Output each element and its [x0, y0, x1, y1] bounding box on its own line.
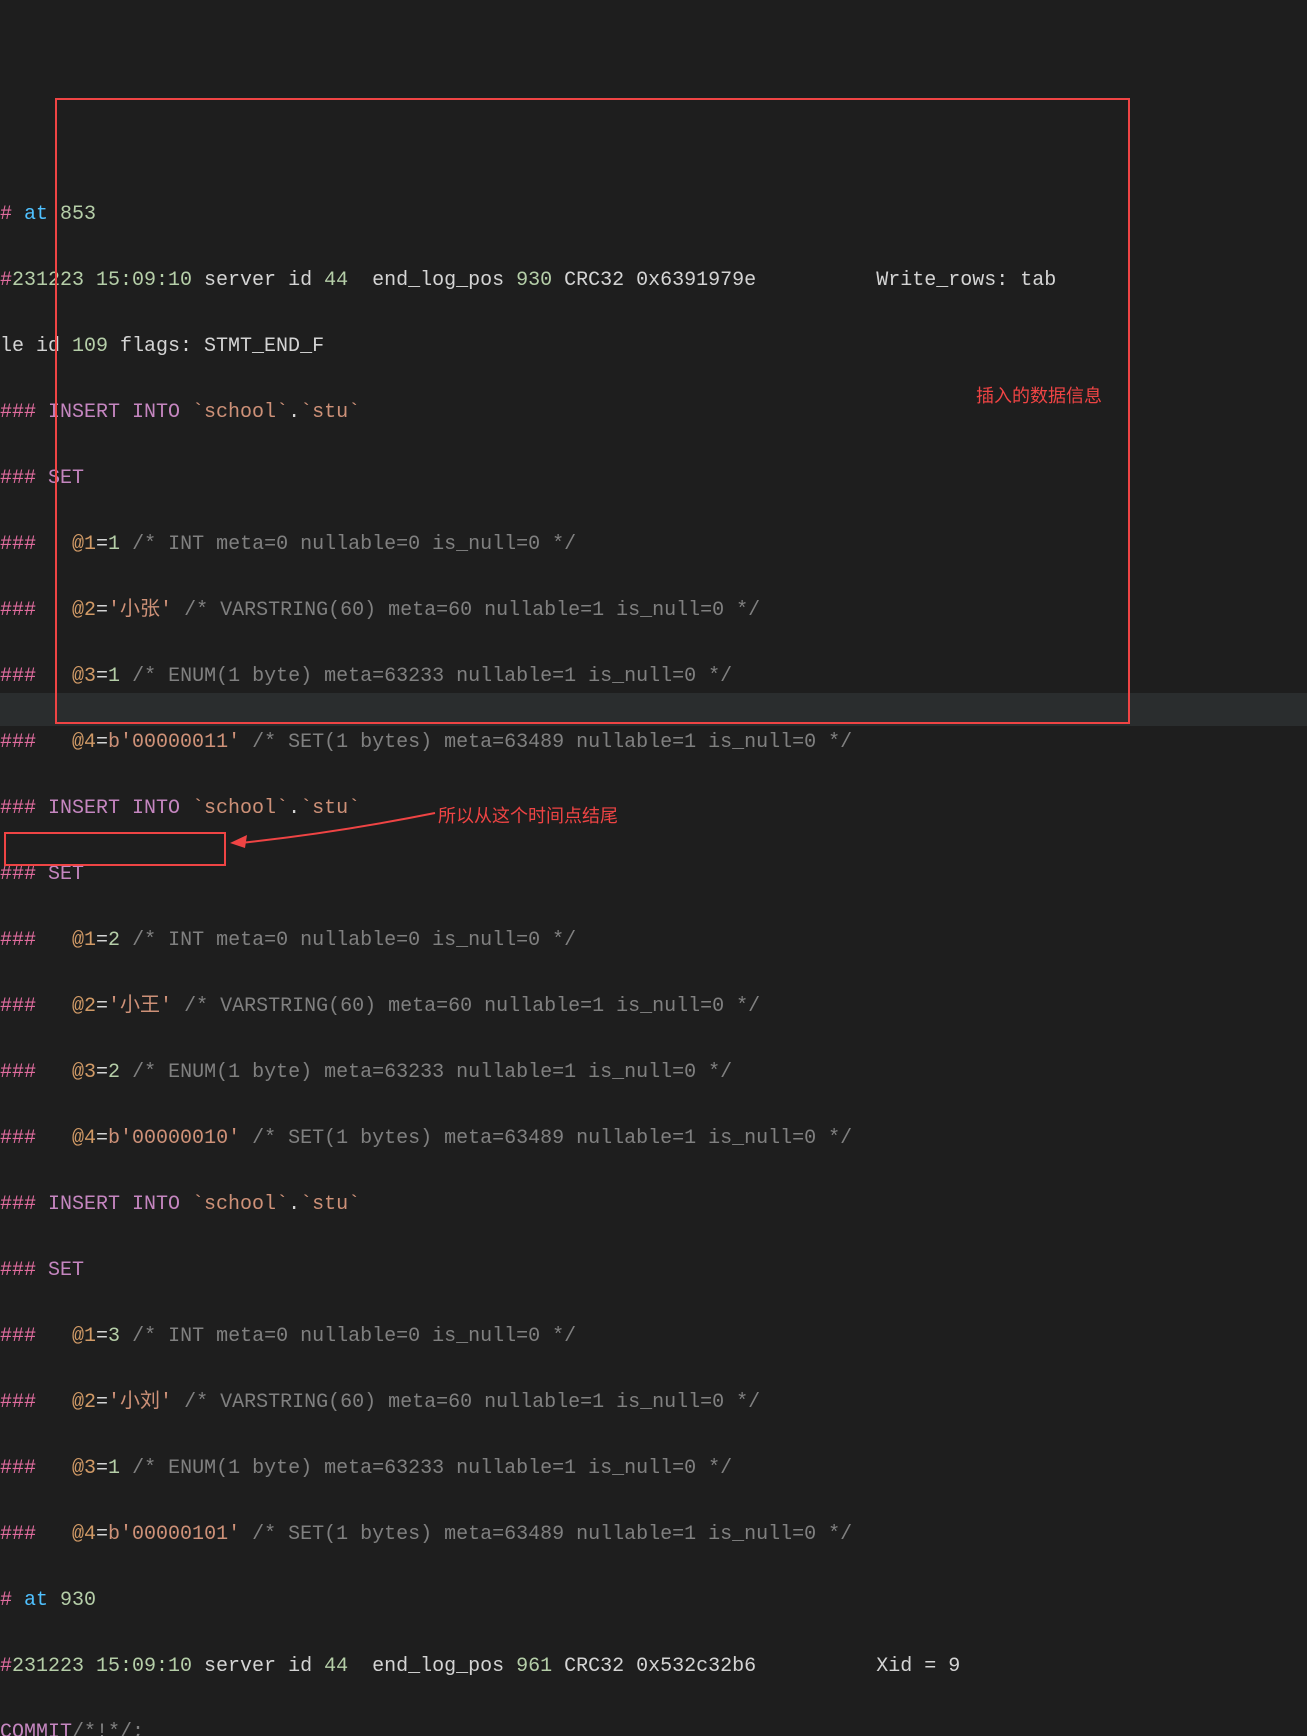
code-line: ### @2='小刘' /* VARSTRING(60) meta=60 nul… [0, 1386, 1307, 1419]
code-line: #231223 15:09:10 server id 44 end_log_po… [0, 1650, 1307, 1683]
code-line: ### @2='小王' /* VARSTRING(60) meta=60 nul… [0, 990, 1307, 1023]
code-line: ### SET [0, 1254, 1307, 1287]
code-line: ### @3=1 /* ENUM(1 byte) meta=63233 null… [0, 660, 1307, 693]
code-line: ### @3=1 /* ENUM(1 byte) meta=63233 null… [0, 1452, 1307, 1485]
code-line: ### @1=2 /* INT meta=0 nullable=0 is_nul… [0, 924, 1307, 957]
annotation-time-label: 所以从这个时间点结尾 [438, 800, 618, 833]
code-line: #231223 15:09:10 server id 44 end_log_po… [0, 264, 1307, 297]
code-line: ### @4=b'00000011' /* SET(1 bytes) meta=… [0, 726, 1307, 759]
code-line: ### @2='小张' /* VARSTRING(60) meta=60 nul… [0, 594, 1307, 627]
arrow-icon [225, 808, 440, 848]
code-line: ### INSERT INTO `school`.`stu` [0, 792, 1307, 825]
current-line-highlight [0, 693, 1307, 726]
code-line: ### @1=1 /* INT meta=0 nullable=0 is_nul… [0, 528, 1307, 561]
code-line: ### @3=2 /* ENUM(1 byte) meta=63233 null… [0, 1056, 1307, 1089]
annotation-insert-label: 插入的数据信息 [976, 380, 1102, 413]
code-line: ### SET [0, 462, 1307, 495]
code-line: # at 853 [0, 198, 1307, 231]
code-line: ### INSERT INTO `school`.`stu` [0, 1188, 1307, 1221]
code-line: COMMIT/*!*/; [0, 1716, 1307, 1736]
code-line: ### SET [0, 858, 1307, 891]
code-line: ### @1=3 /* INT meta=0 nullable=0 is_nul… [0, 1320, 1307, 1353]
code-line: ### @4=b'00000101' /* SET(1 bytes) meta=… [0, 1518, 1307, 1551]
code-line: le id 109 flags: STMT_END_F [0, 330, 1307, 363]
code-line: ### INSERT INTO `school`.`stu` [0, 396, 1307, 429]
code-line: ### @4=b'00000010' /* SET(1 bytes) meta=… [0, 1122, 1307, 1155]
code-line: # at 930 [0, 1584, 1307, 1617]
